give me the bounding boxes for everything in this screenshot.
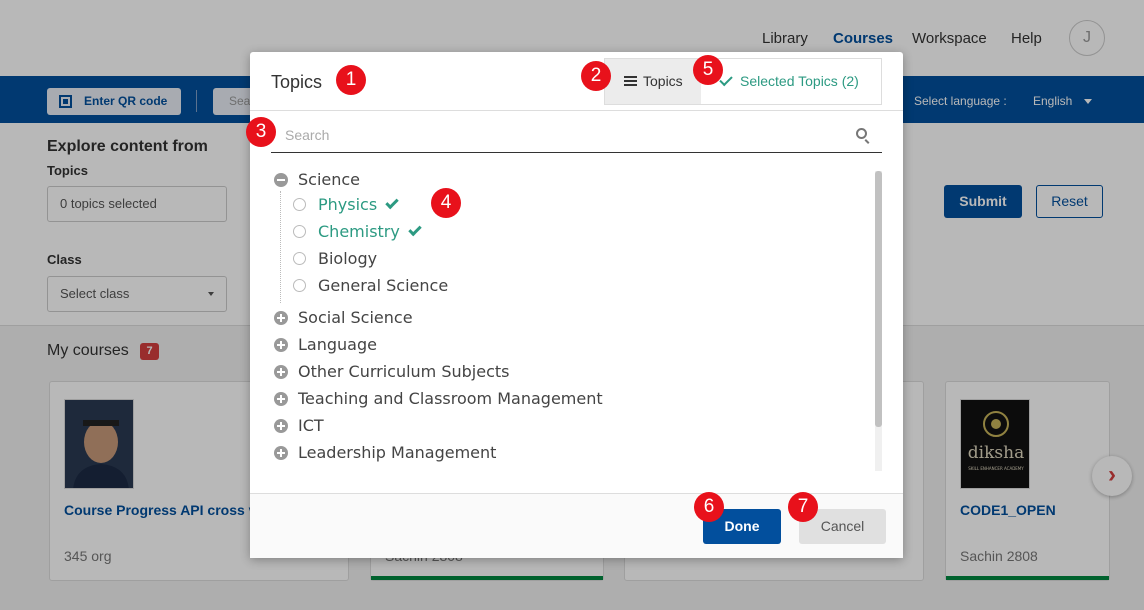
expand-icon[interactable] [274, 419, 288, 433]
tree-node-label: Social Science [298, 308, 413, 327]
tree-node-language[interactable]: Language [271, 334, 377, 356]
check-icon [408, 222, 422, 237]
tab-topics-label: Topics [643, 73, 683, 89]
search-icon[interactable] [856, 128, 867, 139]
tree-guide-line [280, 191, 281, 303]
callout-marker-5: 5 [693, 55, 723, 85]
callout-marker-6: 6 [694, 492, 724, 522]
tree-node-label: Teaching and Classroom Management [298, 389, 603, 408]
topic-tree: Science Physics Chemistry Biology Genera… [271, 169, 875, 474]
callout-marker-2: 2 [581, 61, 611, 91]
tree-node-label: Science [298, 170, 361, 189]
tree-node-label: Other Curriculum Subjects [298, 362, 510, 381]
expand-icon[interactable] [274, 338, 288, 352]
expand-icon[interactable] [274, 311, 288, 325]
collapse-icon[interactable] [274, 173, 288, 187]
tab-selected-topics[interactable]: Selected Topics (2) [701, 59, 881, 104]
tree-node-social-science[interactable]: Social Science [271, 307, 413, 329]
radio-button[interactable] [293, 198, 306, 211]
tree-node-other-curriculum[interactable]: Other Curriculum Subjects [271, 361, 510, 383]
scrollbar-thumb[interactable] [875, 171, 882, 427]
tree-item-general-science[interactable]: General Science [293, 275, 448, 297]
expand-icon[interactable] [274, 392, 288, 406]
tab-selected-label: Selected Topics (2) [740, 73, 859, 89]
tree-node-leadership[interactable]: Leadership Management [271, 442, 496, 464]
tab-group: Topics Selected Topics (2) [604, 58, 882, 105]
scrollbar[interactable] [875, 171, 882, 471]
tree-item-label: Physics [318, 195, 378, 214]
list-icon [624, 76, 637, 87]
tree-item-physics[interactable]: Physics [293, 194, 399, 216]
topics-modal: Topics Topics Selected Topics (2) Scienc… [250, 52, 903, 558]
search-input[interactable] [271, 118, 851, 152]
tree-node-label: Language [298, 335, 377, 354]
tree-node-label: ICT [298, 416, 324, 435]
callout-marker-1: 1 [336, 65, 366, 95]
tree-item-label: Chemistry [318, 222, 400, 241]
radio-button[interactable] [293, 279, 306, 292]
expand-icon[interactable] [274, 446, 288, 460]
modal-title: Topics [271, 72, 323, 92]
tab-topics[interactable]: Topics [605, 59, 701, 104]
tree-node-label: Leadership Management [298, 443, 497, 462]
tree-node-ict[interactable]: ICT [271, 415, 324, 437]
tree-node-teaching[interactable]: Teaching and Classroom Management [271, 388, 603, 410]
search-box [271, 118, 882, 153]
tree-item-label: General Science [318, 276, 449, 295]
radio-button[interactable] [293, 252, 306, 265]
tree-node-science[interactable]: Science [271, 169, 360, 191]
tree-item-chemistry[interactable]: Chemistry [293, 221, 422, 243]
tree-item-biology[interactable]: Biology [293, 248, 377, 270]
callout-marker-4: 4 [431, 188, 461, 218]
expand-icon[interactable] [274, 365, 288, 379]
callout-marker-3: 3 [246, 117, 276, 147]
tree-item-label: Biology [318, 249, 378, 268]
check-icon [385, 195, 399, 210]
radio-button[interactable] [293, 225, 306, 238]
callout-marker-7: 7 [788, 492, 818, 522]
